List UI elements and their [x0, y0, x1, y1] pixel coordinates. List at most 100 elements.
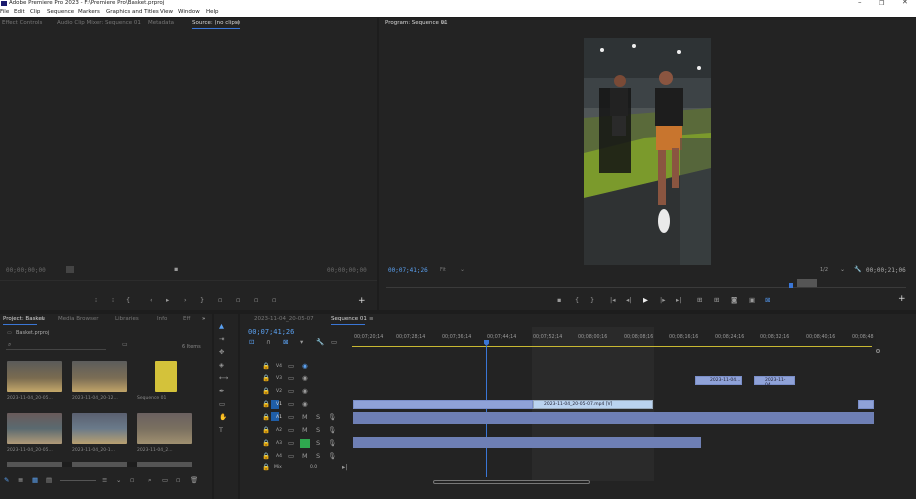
tab-timeline-sequence[interactable]: Sequence 01: [331, 314, 367, 324]
v2-clip[interactable]: 2023-11-04...: [754, 376, 795, 388]
prog-add-button-icon[interactable]: +: [898, 295, 906, 304]
pen-tool-icon[interactable]: ✒: [219, 388, 224, 395]
v1-clip[interactable]: [353, 400, 533, 409]
solo-icon[interactable]: S: [316, 414, 320, 421]
sync-lock-icon[interactable]: ▭: [288, 453, 294, 460]
lock-icon[interactable]: 🔒: [262, 401, 270, 408]
selection-tool-icon[interactable]: ▲: [219, 323, 224, 330]
new-bin-icon[interactable]: ▭: [122, 341, 128, 348]
source-dropdown[interactable]: [66, 266, 74, 273]
sync-lock-icon[interactable]: ▭: [288, 440, 294, 447]
program-timecode[interactable]: 00;07;41;26: [388, 267, 428, 274]
comparison-view-icon[interactable]: ▣: [749, 297, 755, 304]
program-playhead-marker[interactable]: [789, 283, 793, 288]
mute-active-icon[interactable]: [300, 439, 310, 448]
lift-icon[interactable]: ⊞: [697, 297, 702, 304]
go-out-icon[interactable]: }: [200, 297, 204, 304]
prog-play-icon[interactable]: ▶: [643, 297, 648, 304]
source-scrubber[interactable]: [0, 280, 377, 281]
list-view-icon[interactable]: ≣: [18, 477, 23, 484]
project-tab-menu-icon[interactable]: ≡: [41, 314, 46, 324]
v1-clip-selected[interactable]: 2023-11-04_20-05-07.mp4 [V]: [533, 400, 653, 409]
snap-icon[interactable]: ∩: [266, 339, 271, 346]
wrench-icon[interactable]: 🔧: [854, 266, 861, 273]
project-item-thumb[interactable]: [137, 413, 192, 444]
tab-media-browser[interactable]: Media Browser: [58, 314, 99, 324]
eye-icon[interactable]: ◉: [302, 375, 308, 382]
project-item-thumb[interactable]: [7, 413, 62, 444]
go-in-icon[interactable]: {: [126, 297, 130, 304]
eye-icon[interactable]: ◉: [302, 388, 308, 395]
sync-lock-icon[interactable]: ▭: [288, 363, 294, 370]
step-fwd-icon[interactable]: ›: [184, 297, 187, 304]
sequence-thumb[interactable]: [155, 361, 177, 392]
rectangle-tool-icon[interactable]: ▭: [219, 401, 225, 408]
find-icon[interactable]: ▫: [130, 477, 134, 484]
lock-icon[interactable]: 🔒: [262, 414, 270, 421]
lock-icon[interactable]: 🔒: [262, 440, 270, 447]
nest-icon[interactable]: ⊡: [249, 339, 254, 346]
solo-icon[interactable]: S: [316, 440, 320, 447]
zoom-slider[interactable]: [60, 480, 96, 481]
project-search-input[interactable]: [6, 342, 106, 350]
mute-icon[interactable]: M: [302, 427, 308, 434]
mark-out-icon[interactable]: ⁝: [112, 297, 114, 304]
export-frame-icon[interactable]: ▫: [254, 297, 258, 304]
menu-view[interactable]: View: [160, 7, 173, 17]
insert-icon[interactable]: ▫: [218, 297, 222, 304]
tab-effect-controls[interactable]: Effect Controls: [2, 18, 42, 28]
mic-icon[interactable]: 🎙: [328, 427, 336, 434]
quality-dropdown[interactable]: 1/2: [820, 267, 828, 273]
v1-clip[interactable]: [858, 400, 874, 409]
tab-timeline-clip[interactable]: 2023-11-04_20-05-07: [254, 314, 314, 324]
program-scrubber[interactable]: [386, 287, 906, 288]
solo-icon[interactable]: S: [316, 453, 320, 460]
extract-icon[interactable]: ⊞: [714, 297, 719, 304]
project-item-thumb[interactable]: [72, 361, 127, 392]
menu-window[interactable]: Window: [178, 7, 200, 17]
step-back-icon[interactable]: ‹: [150, 297, 153, 304]
mute-icon[interactable]: M: [302, 414, 308, 421]
lock-icon[interactable]: 🔒: [262, 453, 270, 460]
mic-icon[interactable]: 🎙: [328, 414, 336, 421]
track-select-icon[interactable]: ⇥: [219, 336, 224, 343]
new-item-icon[interactable]: ▫: [176, 477, 180, 484]
prog-mark-in-icon[interactable]: {: [575, 297, 579, 304]
vertical-scroll-handle[interactable]: [876, 349, 880, 353]
menu-graphics[interactable]: Graphics and Titles: [106, 7, 159, 17]
tab-menu-icon[interactable]: ≡: [236, 18, 241, 28]
sync-lock-icon[interactable]: ▭: [288, 375, 294, 382]
mute-icon[interactable]: M: [302, 453, 308, 460]
timeline-tab-menu-icon[interactable]: ≡: [369, 314, 374, 324]
trash-icon[interactable]: 🗑: [190, 477, 198, 484]
add-marker-icon[interactable]: ▾: [300, 339, 303, 346]
sync-lock-icon[interactable]: ▭: [288, 401, 294, 408]
tab-source[interactable]: Source: (no clips): [192, 18, 240, 28]
tab-project[interactable]: Project: Basket: [3, 314, 44, 324]
new-bin-bottom-icon[interactable]: ▭: [162, 477, 168, 484]
eye-icon[interactable]: ◉: [302, 363, 308, 370]
tab-effects[interactable]: Eff: [183, 314, 190, 324]
prog-go-in-icon[interactable]: |◂: [610, 297, 615, 304]
prog-marker-icon[interactable]: ▪: [557, 297, 561, 304]
go-to-end-icon[interactable]: ▸|: [342, 464, 347, 471]
mic-icon[interactable]: 🎙: [328, 440, 336, 447]
lock-icon[interactable]: 🔒: [262, 388, 270, 395]
sort-icon[interactable]: ≡: [102, 477, 107, 484]
find-search-icon[interactable]: ⌕: [148, 477, 152, 484]
tab-audio-clip-mixer[interactable]: Audio Clip Mixer: Sequence 01: [57, 18, 141, 28]
mix-lock-icon[interactable]: 🔒: [262, 464, 270, 471]
tab-program[interactable]: Program: Sequence 01: [385, 18, 448, 28]
menu-help[interactable]: Help: [206, 7, 219, 17]
captions-icon[interactable]: ▭: [331, 339, 337, 346]
program-tab-menu-icon[interactable]: ≡: [441, 18, 446, 28]
tab-info[interactable]: Info: [157, 314, 167, 324]
mic-icon[interactable]: 🎙: [328, 453, 336, 460]
add-button-icon[interactable]: +: [358, 297, 366, 306]
menu-clip[interactable]: Clip: [30, 7, 40, 17]
automate-icon[interactable]: ⌄: [116, 477, 121, 484]
linked-icon[interactable]: ⊠: [283, 339, 288, 346]
icon-view-icon[interactable]: ▦: [32, 477, 38, 484]
prog-go-out-icon[interactable]: ▸|: [676, 297, 681, 304]
play-icon[interactable]: ▸: [166, 297, 169, 304]
